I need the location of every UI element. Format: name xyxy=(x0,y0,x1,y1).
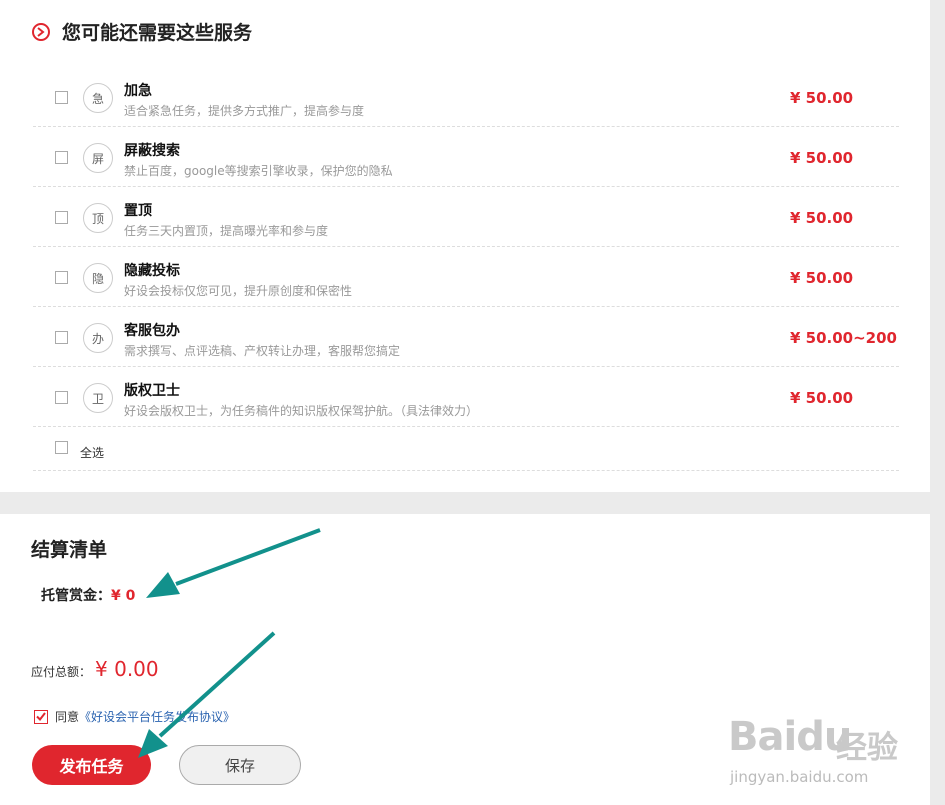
service-badge-urgent: 急 xyxy=(83,83,113,113)
select-all-checkbox[interactable] xyxy=(55,441,68,454)
payable-amount: ¥ 0.00 xyxy=(95,657,159,681)
payable-total: 应付总额： ¥ 0.00 xyxy=(31,657,159,681)
agreement-link[interactable]: 《好设会平台任务发布协议》 xyxy=(79,708,235,725)
agreement-checkbox[interactable] xyxy=(34,709,48,724)
escrow-reward: 托管赏金：¥ 0 xyxy=(41,585,135,605)
service-checkbox-urgent[interactable] xyxy=(55,91,68,104)
payable-label: 应付总额： xyxy=(31,665,92,679)
publish-task-button[interactable]: 发布任务 xyxy=(32,745,151,785)
service-desc: 需求撰写、点评选稿、产权转让办理，客服帮您搞定 xyxy=(124,344,401,358)
service-checkbox-pin-top[interactable] xyxy=(55,211,68,224)
service-row-copyright-guard: 卫 版权卫士 好设会版权卫士，为任务稿件的知识版权保驾护航。（具法律效力） ¥ … xyxy=(33,367,899,427)
service-row-cs-handling: 办 客服包办 需求撰写、点评选稿、产权转让办理，客服帮您搞定 ¥ 50.00~2… xyxy=(33,307,899,367)
service-desc: 任务三天内置顶，提高曝光率和参与度 xyxy=(124,224,329,238)
service-name: 屏蔽搜索 xyxy=(124,143,180,159)
service-desc: 适合紧急任务，提供多方式推广，提高参与度 xyxy=(124,104,365,118)
service-badge-copyright-guard: 卫 xyxy=(83,383,113,413)
baidu-jingyan-watermark: Baidu 经验 jingyan.baidu.com xyxy=(728,700,928,795)
checkout-title: 结算清单 xyxy=(31,539,108,561)
save-button[interactable]: 保存 xyxy=(179,745,301,785)
agreement-prefix: 同意 xyxy=(55,710,80,724)
service-desc: 好设会投标仅您可见，提升原创度和保密性 xyxy=(124,284,353,298)
select-all-row: 全选 xyxy=(33,427,899,471)
service-desc: 好设会版权卫士，为任务稿件的知识版权保驾护航。（具法律效力） xyxy=(124,404,479,418)
service-price: ¥ 50.00 xyxy=(790,209,854,227)
service-name: 隐藏投标 xyxy=(124,263,180,279)
watermark-logo: Baidu xyxy=(728,714,852,760)
watermark-url: jingyan.baidu.com xyxy=(730,768,869,786)
service-badge-pin-top: 顶 xyxy=(83,203,113,233)
checkmark-icon xyxy=(36,712,46,721)
service-name: 置顶 xyxy=(124,203,152,219)
agreement-row: 同意 《好设会平台任务发布协议》 xyxy=(34,708,235,725)
service-badge-cs-handling: 办 xyxy=(83,323,113,353)
service-badge-block-search: 屏 xyxy=(83,143,113,173)
service-price: ¥ 50.00~200 xyxy=(790,329,897,347)
watermark-cn: 经验 xyxy=(836,730,898,766)
chevron-right-icon xyxy=(32,22,50,41)
service-price: ¥ 50.00 xyxy=(790,149,854,167)
service-price: ¥ 50.00 xyxy=(790,89,854,107)
service-checkbox-hide-bids[interactable] xyxy=(55,271,68,284)
service-name: 客服包办 xyxy=(124,323,180,339)
service-checkbox-copyright-guard[interactable] xyxy=(55,391,68,404)
service-price: ¥ 50.00 xyxy=(790,269,854,287)
service-name: 版权卫士 xyxy=(124,383,180,399)
service-badge-hide-bids: 隐 xyxy=(83,263,113,293)
escrow-label: 托管赏金： xyxy=(41,588,111,604)
services-panel: 您可能还需要这些服务 急 加急 适合紧急任务，提供多方式推广，提高参与度 ¥ 5… xyxy=(0,0,930,492)
service-checkbox-cs-handling[interactable] xyxy=(55,331,68,344)
service-desc: 禁止百度，google等搜索引擎收录，保护您的隐私 xyxy=(124,164,393,178)
select-all-label: 全选 xyxy=(80,446,105,460)
escrow-amount: ¥ 0 xyxy=(111,588,136,604)
service-checkbox-block-search[interactable] xyxy=(55,151,68,164)
services-title: 您可能还需要这些服务 xyxy=(62,22,253,44)
service-row-block-search: 屏 屏蔽搜索 禁止百度，google等搜索引擎收录，保护您的隐私 ¥ 50.00 xyxy=(33,127,899,187)
service-row-pin-top: 顶 置顶 任务三天内置顶，提高曝光率和参与度 ¥ 50.00 xyxy=(33,187,899,247)
services-header: 您可能还需要这些服务 xyxy=(32,18,252,45)
service-name: 加急 xyxy=(124,83,152,99)
service-row-hide-bids: 隐 隐藏投标 好设会投标仅您可见，提升原创度和保密性 ¥ 50.00 xyxy=(33,247,899,307)
service-price: ¥ 50.00 xyxy=(790,389,854,407)
service-row-urgent: 急 加急 适合紧急任务，提供多方式推广，提高参与度 ¥ 50.00 xyxy=(33,67,899,127)
